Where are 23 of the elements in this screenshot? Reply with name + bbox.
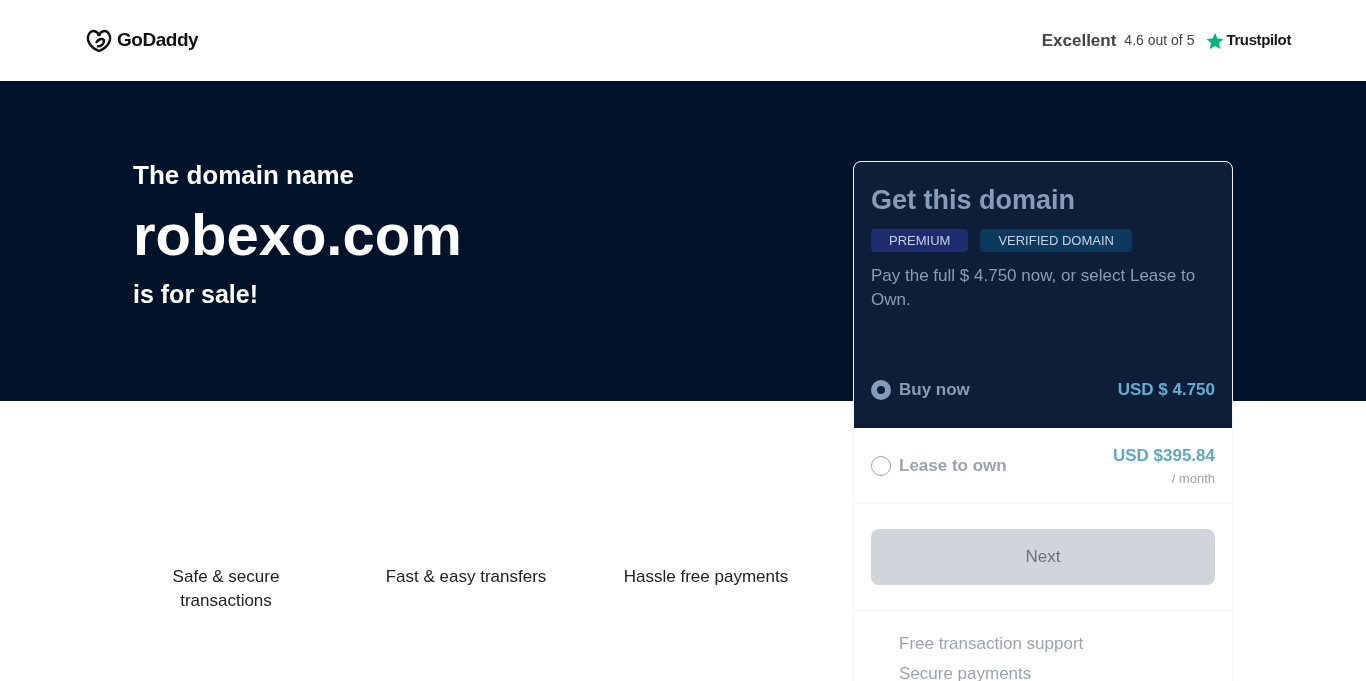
logo-icon <box>85 28 113 53</box>
card-title: Get this domain <box>871 184 1077 217</box>
option-price: USD $ 4.750 <box>1117 378 1215 401</box>
rating-label: Excellent <box>1041 29 1117 52</box>
hero-outro: is for sale! <box>133 278 259 310</box>
option-label: Buy now <box>899 378 970 401</box>
feature-label: Hassle free payments <box>622 566 790 588</box>
hero-intro: The domain name <box>133 159 355 192</box>
price-period: / month <box>1171 469 1215 488</box>
star-icon <box>1206 31 1225 50</box>
feature-label: Fast & easy transfers <box>384 566 548 588</box>
rating-score: 4.6 out of 5 <box>1124 31 1195 50</box>
option-price: USD $395.84 <box>1112 445 1215 467</box>
radio-button[interactable] <box>871 379 891 400</box>
option-label: Lease to own <box>899 454 1007 477</box>
domain-badge: PREMIUM <box>871 228 969 252</box>
card-description: Pay the full $ 4.750 now, or select Lease to Own. <box>871 265 1197 311</box>
domain-name: robexo.com <box>133 201 462 269</box>
trustpilot-logo: Trustpilot <box>1226 30 1291 51</box>
logo-text[interactable]: GoDaddy <box>117 26 199 55</box>
feature-label: Safe & secure transactions <box>171 566 281 612</box>
domain-badge: VERIFIED DOMAIN <box>980 228 1132 252</box>
benefit-item: Free transaction support <box>899 633 1085 655</box>
